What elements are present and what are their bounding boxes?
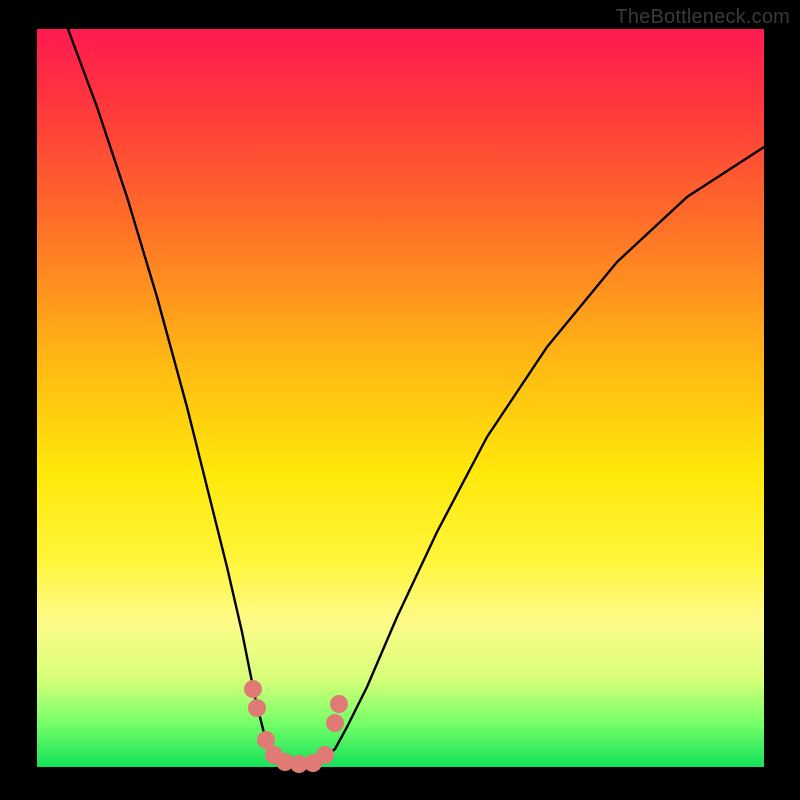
credit-text: TheBottleneck.com [615,6,790,29]
highlight-dot [244,680,262,698]
chart-overlay [37,29,764,767]
highlight-dot [326,714,344,732]
highlight-dots [244,680,348,773]
highlight-dot [248,699,266,717]
bottleneck-curve [68,29,764,765]
highlight-dot [316,746,334,764]
highlight-dot [330,695,348,713]
